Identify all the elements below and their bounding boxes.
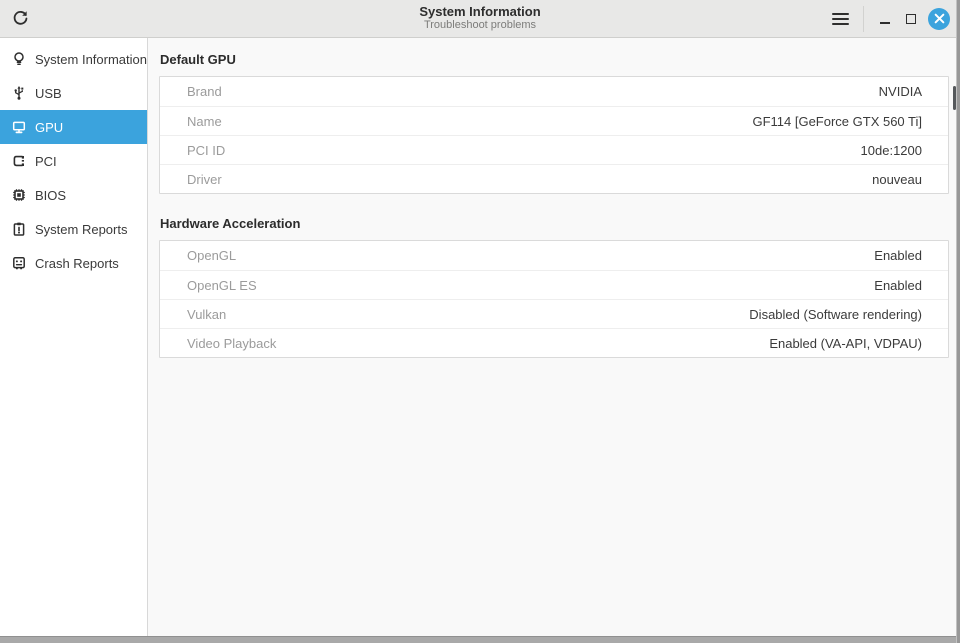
usb-icon bbox=[10, 85, 27, 102]
close-icon bbox=[934, 13, 945, 24]
sidebar-item-crash-reports[interactable]: Crash Reports bbox=[0, 246, 147, 280]
sidebar-item-system-reports[interactable]: System Reports bbox=[0, 212, 147, 246]
lightbulb-icon bbox=[10, 51, 27, 68]
table-row: OpenGL ES Enabled bbox=[160, 270, 948, 299]
maximize-button[interactable] bbox=[898, 5, 924, 33]
row-label: Brand bbox=[187, 84, 222, 99]
sidebar: System Information USB GPU PCI BIOS Syst… bbox=[0, 38, 148, 636]
scrollbar-thumb[interactable] bbox=[953, 86, 956, 110]
table-row: PCI ID 10de:1200 bbox=[160, 135, 948, 164]
row-label: PCI ID bbox=[187, 142, 226, 158]
row-value: Enabled (VA-API, VDPAU) bbox=[769, 335, 922, 351]
sidebar-item-gpu[interactable]: GPU bbox=[0, 110, 147, 144]
row-label: Vulkan bbox=[187, 306, 227, 322]
hardware-acceleration-table: OpenGL Enabled OpenGL ES Enabled Vulkan … bbox=[159, 240, 949, 358]
minimize-button[interactable] bbox=[872, 5, 898, 33]
chip-icon bbox=[10, 187, 27, 204]
sidebar-item-label: System Information bbox=[35, 51, 147, 67]
section-title-default-gpu: Default GPU bbox=[160, 52, 236, 67]
monitor-icon bbox=[10, 119, 27, 136]
titlebar-separator bbox=[863, 5, 864, 32]
row-value: Disabled (Software rendering) bbox=[749, 306, 922, 322]
window-right-edge bbox=[956, 0, 960, 643]
table-row: Name GF114 [GeForce GTX 560 Ti] bbox=[160, 106, 948, 135]
table-row: Vulkan Disabled (Software rendering) bbox=[160, 299, 948, 328]
refresh-icon bbox=[12, 10, 29, 27]
row-label: OpenGL bbox=[187, 248, 237, 263]
sidebar-item-label: USB bbox=[35, 85, 62, 101]
titlebar: System Information Troubleshoot problems bbox=[0, 0, 960, 38]
app-window: System Information Troubleshoot problems bbox=[0, 0, 960, 643]
row-value: nouveau bbox=[872, 171, 922, 187]
table-row: Video Playback Enabled (VA-API, VDPAU) bbox=[160, 328, 948, 357]
minimize-icon bbox=[880, 21, 890, 24]
row-value: NVIDIA bbox=[878, 84, 922, 99]
sidebar-item-label: Crash Reports bbox=[35, 255, 119, 271]
table-row: Driver nouveau bbox=[160, 164, 948, 193]
row-value: Enabled bbox=[874, 248, 922, 263]
row-label: Video Playback bbox=[187, 335, 277, 351]
window-bottom-edge bbox=[0, 636, 960, 643]
window-subtitle: Troubleshoot problems bbox=[423, 19, 537, 32]
main-content: Default GPU Brand NVIDIA Name GF114 [GeF… bbox=[148, 38, 960, 636]
crash-screen-icon bbox=[10, 255, 27, 272]
sidebar-item-label: PCI bbox=[35, 153, 57, 169]
maximize-icon bbox=[906, 13, 916, 24]
sidebar-item-label: GPU bbox=[35, 119, 64, 135]
row-label: Name bbox=[187, 113, 222, 129]
window-title: System Information bbox=[419, 3, 541, 19]
table-row: Brand NVIDIA bbox=[160, 77, 948, 106]
section-title-hardware-acceleration: Hardware Acceleration bbox=[160, 216, 301, 231]
row-label: OpenGL ES bbox=[187, 277, 257, 293]
refresh-button[interactable] bbox=[0, 0, 40, 37]
sidebar-item-system-information[interactable]: System Information bbox=[0, 42, 147, 76]
sidebar-item-label: System Reports bbox=[35, 221, 128, 237]
hamburger-menu-button[interactable] bbox=[823, 5, 857, 33]
default-gpu-table: Brand NVIDIA Name GF114 [GeForce GTX 560… bbox=[159, 76, 949, 194]
row-value: GF114 [GeForce GTX 560 Ti] bbox=[752, 113, 922, 129]
clipboard-alert-icon bbox=[10, 221, 27, 238]
pci-card-icon bbox=[10, 153, 27, 170]
titlebar-controls bbox=[823, 0, 960, 37]
row-value: Enabled bbox=[874, 277, 922, 293]
sidebar-item-usb[interactable]: USB bbox=[0, 76, 147, 110]
sidebar-item-pci[interactable]: PCI bbox=[0, 144, 147, 178]
row-value: 10de:1200 bbox=[860, 142, 922, 158]
close-button[interactable] bbox=[928, 7, 950, 30]
window-body: System Information USB GPU PCI BIOS Syst… bbox=[0, 38, 960, 636]
titlebar-titles: System Information Troubleshoot problems bbox=[419, 3, 541, 33]
sidebar-item-bios[interactable]: BIOS bbox=[0, 178, 147, 212]
table-row: OpenGL Enabled bbox=[160, 241, 948, 270]
row-label: Driver bbox=[187, 171, 222, 187]
sidebar-item-label: BIOS bbox=[35, 187, 67, 203]
